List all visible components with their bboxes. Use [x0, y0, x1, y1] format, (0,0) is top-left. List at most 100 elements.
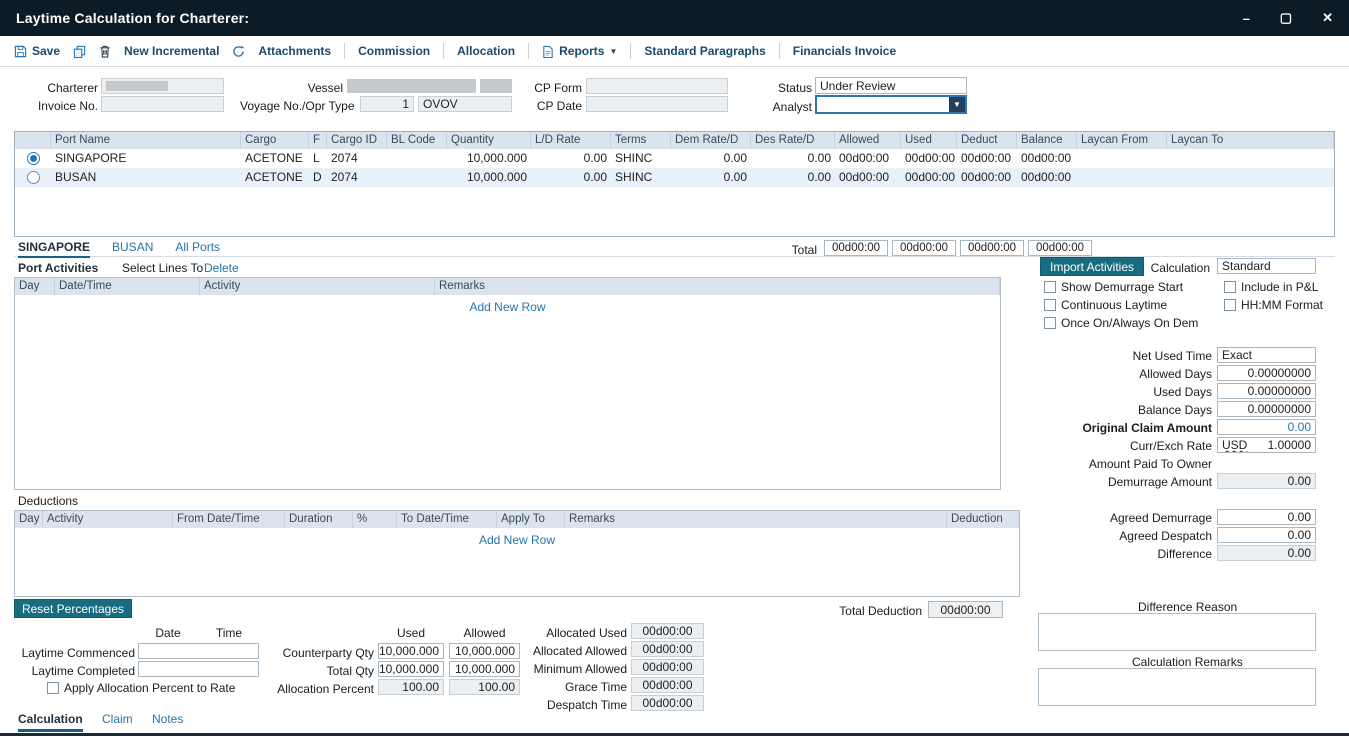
column-header-day[interactable]: Day	[15, 511, 43, 528]
delete-link[interactable]: Delete	[204, 261, 239, 275]
reports-button[interactable]: Reports ▼	[542, 44, 617, 58]
column-header-duration[interactable]: Duration	[285, 511, 353, 528]
analyst-dropdown[interactable]: ▼	[815, 95, 967, 114]
add-new-row-link[interactable]: Add New Row	[15, 295, 1000, 314]
net-used-time-field[interactable]: Exact	[1217, 347, 1316, 363]
column-header-used[interactable]: Used	[901, 132, 957, 149]
refresh-button[interactable]	[232, 45, 245, 58]
column-header-activity[interactable]: Activity	[43, 511, 173, 528]
column-header-deduction[interactable]: Deduction	[947, 511, 1019, 528]
column-header-allowed[interactable]: Allowed	[835, 132, 901, 149]
tab-calculation[interactable]: Calculation	[18, 712, 83, 732]
tab-busan[interactable]: BUSAN	[112, 240, 153, 254]
column-header-remarks[interactable]: Remarks	[435, 278, 1000, 295]
allowed-days-field[interactable]: 0.00000000	[1217, 365, 1316, 381]
tab-singapore[interactable]: SINGAPORE	[18, 240, 90, 258]
tab-claim[interactable]: Claim	[102, 712, 133, 726]
column-header-deduct[interactable]: Deduct	[957, 132, 1017, 149]
cp-form-label: CP Form	[518, 81, 582, 95]
column-header-ld-rate[interactable]: L/D Rate	[531, 132, 611, 149]
column-header-terms[interactable]: Terms	[611, 132, 671, 149]
import-activities-button[interactable]: Import Activities	[1040, 257, 1144, 276]
column-header-quantity[interactable]: Quantity	[447, 132, 531, 149]
delete-button[interactable]	[99, 45, 111, 58]
column-header-bl-code[interactable]: BL Code	[387, 132, 447, 149]
column-header-to-datetime[interactable]: To Date/Time	[397, 511, 497, 528]
hhmm-format-checkbox[interactable]: HH:MM Format	[1224, 298, 1323, 312]
charterer-field	[101, 78, 224, 94]
column-header-day[interactable]: Day	[15, 278, 55, 295]
column-header-remarks[interactable]: Remarks	[565, 511, 947, 528]
column-header-from-datetime[interactable]: From Date/Time	[173, 511, 285, 528]
table-row-busan[interactable]: BUSAN ACETONE D 2074 10,000.000 0.00 SHI…	[15, 168, 1334, 187]
copy-button[interactable]	[73, 45, 86, 58]
allocation-button[interactable]: Allocation	[457, 44, 515, 58]
financials-invoice-button[interactable]: Financials Invoice	[793, 44, 896, 58]
laytime-completed-field[interactable]	[138, 661, 259, 677]
agreed-despatch-field[interactable]: 0.00	[1217, 527, 1316, 543]
close-button[interactable]: ✕	[1322, 10, 1333, 26]
toolbar-separator	[779, 43, 780, 59]
checkbox-icon[interactable]	[1044, 281, 1056, 293]
calculation-field[interactable]: Standard	[1217, 258, 1316, 274]
agreed-demurrage-field[interactable]: 0.00	[1217, 509, 1316, 525]
apply-allocation-percent-checkbox[interactable]: Apply Allocation Percent to Rate	[47, 681, 235, 695]
new-incremental-button[interactable]: New Incremental	[124, 44, 219, 58]
original-claim-amount-field[interactable]: 0.00	[1217, 419, 1316, 435]
checkbox-icon[interactable]	[1044, 299, 1056, 311]
difference-reason-textarea[interactable]	[1038, 613, 1316, 651]
once-on-always-on-dem-checkbox[interactable]: Once On/Always On Dem	[1044, 316, 1198, 330]
column-header-port-name[interactable]: Port Name	[51, 132, 241, 149]
opr-type-field: OVOV	[418, 96, 512, 112]
column-header-activity[interactable]: Activity	[200, 278, 435, 295]
charterer-label: Charterer	[14, 81, 98, 95]
table-row-singapore[interactable]: SINGAPORE ACETONE L 2074 10,000.000 0.00…	[15, 149, 1334, 168]
maximize-button[interactable]: ▢	[1280, 10, 1292, 26]
total-qty-used-field[interactable]: 10,000.000	[378, 661, 444, 677]
port-row-radio[interactable]	[27, 171, 40, 184]
column-header-percent[interactable]: %	[353, 511, 397, 528]
attachments-button[interactable]: Attachments	[258, 44, 331, 58]
commission-button[interactable]: Commission	[358, 44, 430, 58]
status-field[interactable]: Under Review	[815, 77, 967, 94]
calculation-remarks-textarea[interactable]	[1038, 668, 1316, 706]
column-header-cargo-id[interactable]: Cargo ID	[327, 132, 387, 149]
standard-paragraphs-button[interactable]: Standard Paragraphs	[644, 44, 765, 58]
checkbox-icon[interactable]	[1224, 281, 1236, 293]
column-header-des-rate[interactable]: Des Rate/D	[751, 132, 835, 149]
laytime-commenced-field[interactable]	[138, 643, 259, 659]
checkbox-icon[interactable]	[1224, 299, 1236, 311]
balance-days-field[interactable]: 0.00000000	[1217, 401, 1316, 417]
add-new-row-link[interactable]: Add New Row	[15, 528, 1019, 547]
tab-all-ports[interactable]: All Ports	[175, 240, 220, 254]
tab-notes[interactable]: Notes	[152, 712, 183, 726]
include-in-pl-checkbox[interactable]: Include in P&L	[1224, 280, 1318, 294]
curr-exch-rate-field[interactable]: USD 1.00000	[1217, 437, 1316, 453]
save-button[interactable]: Save	[14, 44, 60, 58]
column-header-dem-rate[interactable]: Dem Rate/D	[671, 132, 751, 149]
port-row-radio-selected[interactable]	[27, 152, 40, 165]
port-activities-tab[interactable]: Port Activities	[18, 261, 98, 275]
continuous-laytime-checkbox[interactable]: Continuous Laytime	[1044, 298, 1167, 312]
column-header-laycan-to[interactable]: Laycan To	[1167, 132, 1334, 149]
show-demurrage-start-checkbox[interactable]: Show Demurrage Start	[1044, 280, 1183, 294]
reset-percentages-button[interactable]: Reset Percentages	[14, 599, 132, 618]
curr-exch-rate-label: Curr/Exch Rate	[1040, 439, 1212, 453]
dropdown-caret-icon[interactable]: ▼	[949, 97, 965, 112]
column-header-cargo[interactable]: Cargo	[241, 132, 309, 149]
counterparty-qty-used-field[interactable]: 10,000.000	[378, 643, 444, 659]
column-header-apply-to[interactable]: Apply To	[497, 511, 565, 528]
counterparty-qty-label: Counterparty Qty	[248, 646, 374, 660]
currency-field[interactable]: USD	[1222, 438, 1247, 452]
checkbox-icon[interactable]	[1044, 317, 1056, 329]
column-header-datetime[interactable]: Date/Time	[55, 278, 200, 295]
exch-rate-field[interactable]: 1.00000	[1247, 438, 1311, 452]
used-days-field[interactable]: 0.00000000	[1217, 383, 1316, 399]
calculation-remarks-label: Calculation Remarks	[1132, 655, 1243, 669]
column-header-laycan-from[interactable]: Laycan From	[1077, 132, 1167, 149]
column-header-f[interactable]: F	[309, 132, 327, 149]
toolbar-separator	[344, 43, 345, 59]
checkbox-icon[interactable]	[47, 682, 59, 694]
minimize-button[interactable]: –	[1243, 11, 1250, 26]
column-header-balance[interactable]: Balance	[1017, 132, 1077, 149]
